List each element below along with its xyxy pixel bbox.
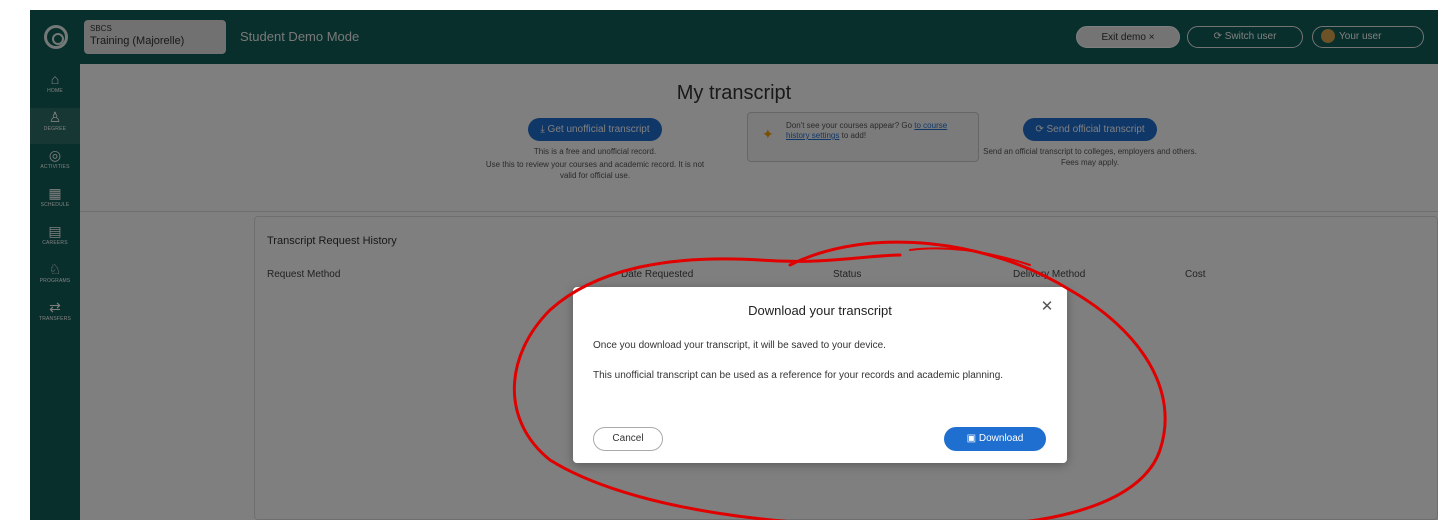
download-button[interactable]: ▣ Download (944, 427, 1046, 451)
dialog-paragraph-1: Once you download your transcript, it wi… (593, 340, 886, 351)
download-label: Download (978, 433, 1024, 444)
cancel-button[interactable]: Cancel (593, 427, 663, 451)
app-window: SBCS Training (Majorelle) Student Demo M… (30, 10, 1438, 520)
dialog-title: Download your transcript (748, 303, 892, 318)
dialog-paragraph-2: This unofficial transcript can be used a… (593, 370, 1004, 381)
close-icon[interactable]: ✕ (1039, 299, 1055, 315)
download-transcript-dialog: Download your transcript ✕ Once you down… (573, 287, 1067, 463)
file-icon: ▣ (966, 433, 979, 444)
